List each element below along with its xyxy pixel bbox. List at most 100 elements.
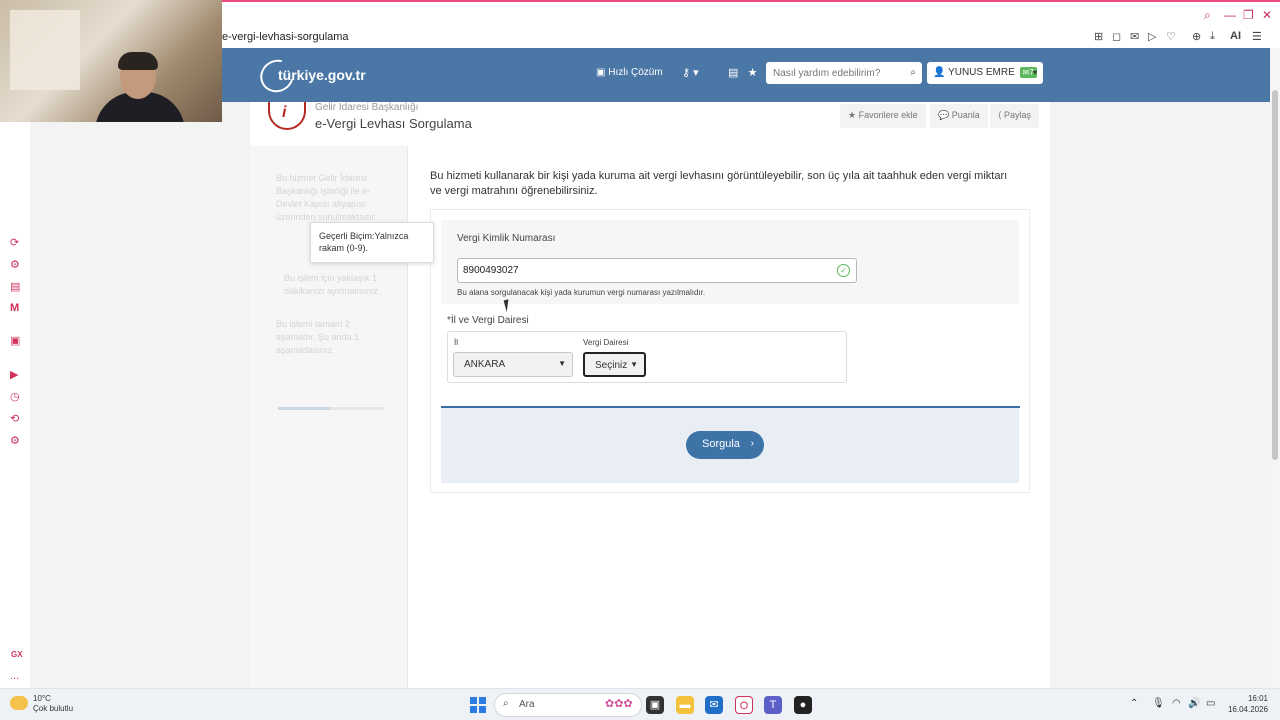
vkn-hint: Bu alana sorgulanacak kişi yada kurumun … [457, 288, 706, 297]
sidebar-bot-icon[interactable]: ⚙ [10, 258, 20, 271]
volume-icon[interactable]: 🔊 [1188, 698, 1200, 709]
il-select[interactable]: ANKARA ▼ [453, 352, 573, 377]
sidebar-more-icon[interactable]: ... [10, 670, 19, 682]
header-icons: ▤ ★ [728, 66, 757, 79]
sidebar-refresh-icon[interactable]: ⟳ [10, 236, 19, 249]
chevron-down-icon: ▼ [558, 359, 566, 368]
weather-condition: Çok bulutlu [33, 704, 74, 713]
taskbar: 10°C Çok bulutlu ⌕ Ara ✿✿✿ ▣ ▬ ✉ O T ● ⌃… [0, 688, 1280, 720]
user-name: YUNUS EMRE [948, 67, 1015, 78]
app-icon[interactable]: ● [794, 696, 812, 714]
sidebar-gx-label[interactable]: GX [11, 650, 23, 659]
address-bar[interactable]: e-vergi-levhasi-sorgulama ⊞ ◻ ✉ ▷ ♡ ⊕ ⤓ … [222, 28, 1280, 48]
play-icon[interactable]: ▷ [1148, 30, 1156, 43]
maximize-icon[interactable]: ❐ [1243, 8, 1254, 22]
il-label: İl [454, 338, 458, 347]
taskbar-clock[interactable]: 16:01 16.04.2026 [1226, 693, 1268, 715]
favorite-button[interactable]: ★ Favorilere ekle [840, 104, 926, 128]
share-label: Paylaş [1004, 110, 1032, 120]
vkn-label: Vergi Kimlik Numarası [457, 233, 556, 244]
scrollbar-thumb[interactable] [1272, 90, 1278, 460]
share-button[interactable]: ⟨ Paylaş [990, 104, 1040, 128]
extension-icon-3[interactable]: ✉ [1130, 30, 1139, 43]
il-value: ANKARA [464, 359, 506, 370]
tulips-icon: ✿✿✿ [605, 698, 633, 710]
opera-gx-icon[interactable]: O [735, 696, 753, 714]
opera-sidebar: ⟳ ⚙ ▤ M ▣ ▶ ◷ ⟲ ⚙ GX ... [0, 122, 30, 688]
chevron-down-icon: ▾ [1032, 68, 1037, 77]
start-button[interactable] [470, 697, 486, 713]
clock-date: 16.04.2026 [1227, 705, 1268, 714]
sidebar-extensions-icon[interactable]: ⟲ [10, 412, 19, 425]
hizli-cozum-label: Hızlı Çözüm [608, 67, 663, 78]
sidebar-twitch-icon[interactable]: ▣ [10, 334, 20, 347]
key-icon: ⚷ [682, 67, 691, 79]
gib-logo: i [268, 102, 306, 130]
heart-icon[interactable]: ♡ [1166, 30, 1176, 43]
search-icon[interactable]: ⌕ [910, 67, 916, 78]
step-progress-bar [278, 407, 384, 410]
webcam-background-window [10, 10, 80, 90]
vkn-input[interactable] [458, 259, 818, 282]
logo-text: türkiye.gov.tr [278, 67, 366, 83]
sidebar-settings-icon[interactable]: ⚙ [10, 434, 20, 447]
org-name: Gelir İdaresi Başkanlığı [315, 102, 419, 113]
sidebar-player-icon[interactable]: ▶ [10, 368, 18, 381]
site-search[interactable]: ⌕ [766, 62, 922, 84]
page-titlebar: i Gelir İdaresi Başkanlığı e-Vergi Levha… [250, 102, 1050, 144]
search-input[interactable] [766, 62, 896, 84]
sidebar-history-icon[interactable]: ◷ [10, 390, 20, 403]
address-url[interactable]: e-vergi-levhasi-sorgulama [222, 31, 349, 43]
page-title: e-Vergi Levhası Sorgulama [315, 116, 472, 131]
service-description: Bu hizmeti kullanarak bir kişi yada kuru… [430, 170, 1008, 197]
taskbar-search[interactable]: ⌕ Ara ✿✿✿ [494, 693, 642, 717]
menu-icon[interactable]: ☰ [1252, 30, 1262, 43]
rate-button[interactable]: 💬 Puanla [930, 104, 988, 128]
wifi-icon[interactable]: ◠ [1172, 698, 1181, 709]
download-icon[interactable]: ⤓ [1210, 30, 1215, 43]
rate-label: Puanla [951, 110, 980, 120]
vergi-dairesi-select[interactable]: Seçiniz ▼ [583, 352, 646, 377]
user-menu-button[interactable]: 👤 YUNUS EMRE ✉7 ▾ [927, 62, 1043, 84]
sorgula-button[interactable]: Sorgula › [686, 431, 764, 459]
webcam-overlay [0, 0, 222, 122]
teams-icon[interactable]: T [764, 696, 782, 714]
star-icon[interactable]: ★ [748, 67, 758, 79]
vkn-field[interactable]: ✓ [457, 258, 857, 283]
vkn-panel: Vergi Kimlik Numarası ✓ Bu alana sorgula… [441, 220, 1019, 304]
battery-icon[interactable]: ▭ [1206, 698, 1215, 709]
step-progress-fill [278, 407, 330, 410]
il-vergi-dairesi-label: *İl ve Vergi Dairesi [447, 315, 529, 326]
il-vd-group: İl ANKARA ▼ Vergi Dairesi Seçiniz ▼ [447, 331, 847, 383]
task-view-icon[interactable]: ▣ [646, 696, 664, 714]
search-window-icon[interactable]: ⌕ [1204, 8, 1211, 23]
ai-icon[interactable]: AI [1230, 30, 1241, 42]
extension-icon-2[interactable]: ◻ [1112, 30, 1121, 43]
site-header: türkiye.gov.tr ▣ Hızlı Çözüm ⚷ ▾ ▤ ★ ⌕ 👤… [222, 48, 1270, 102]
info-text-duration: Bu işlem için yaklaşık 1 dakikanızı ayır… [284, 273, 381, 296]
submit-panel: Sorgula › [441, 408, 1019, 483]
page-scrollbar[interactable] [1270, 48, 1280, 688]
hizli-cozum-button[interactable]: ▣ Hızlı Çözüm [596, 67, 663, 78]
close-icon[interactable]: ✕ [1262, 8, 1272, 22]
tray-chevron-up-icon[interactable]: ⌃ [1130, 698, 1138, 709]
accessibility-menu[interactable]: ⚷ ▾ [682, 66, 699, 79]
search-icon: ⌕ [503, 698, 509, 709]
file-explorer-icon[interactable]: ▬ [676, 696, 694, 714]
account-icon[interactable]: ⊕ [1192, 30, 1201, 43]
extension-icon-1[interactable]: ⊞ [1094, 30, 1103, 43]
chevron-right-icon: › [750, 438, 754, 449]
check-icon: ✓ [837, 264, 850, 277]
chevron-down-icon: ▾ [693, 67, 699, 79]
minimize-icon[interactable]: — [1224, 8, 1236, 22]
turkiye-gov-logo[interactable]: türkiye.gov.tr [254, 53, 396, 99]
outlook-icon[interactable]: ✉ [705, 696, 723, 714]
sidebar-m-icon[interactable]: M [10, 302, 19, 314]
taskbar-search-label: Ara [519, 699, 535, 710]
format-tooltip: Geçerli Biçim:Yalnızca rakam (0-9). [310, 222, 434, 263]
microphone-icon[interactable]: 🎙 [1152, 698, 1165, 709]
card-icon[interactable]: ▤ [728, 67, 738, 79]
chevron-down-icon: ▼ [630, 360, 638, 369]
sidebar-news-icon[interactable]: ▤ [10, 280, 20, 293]
star-icon: ★ [848, 110, 859, 120]
